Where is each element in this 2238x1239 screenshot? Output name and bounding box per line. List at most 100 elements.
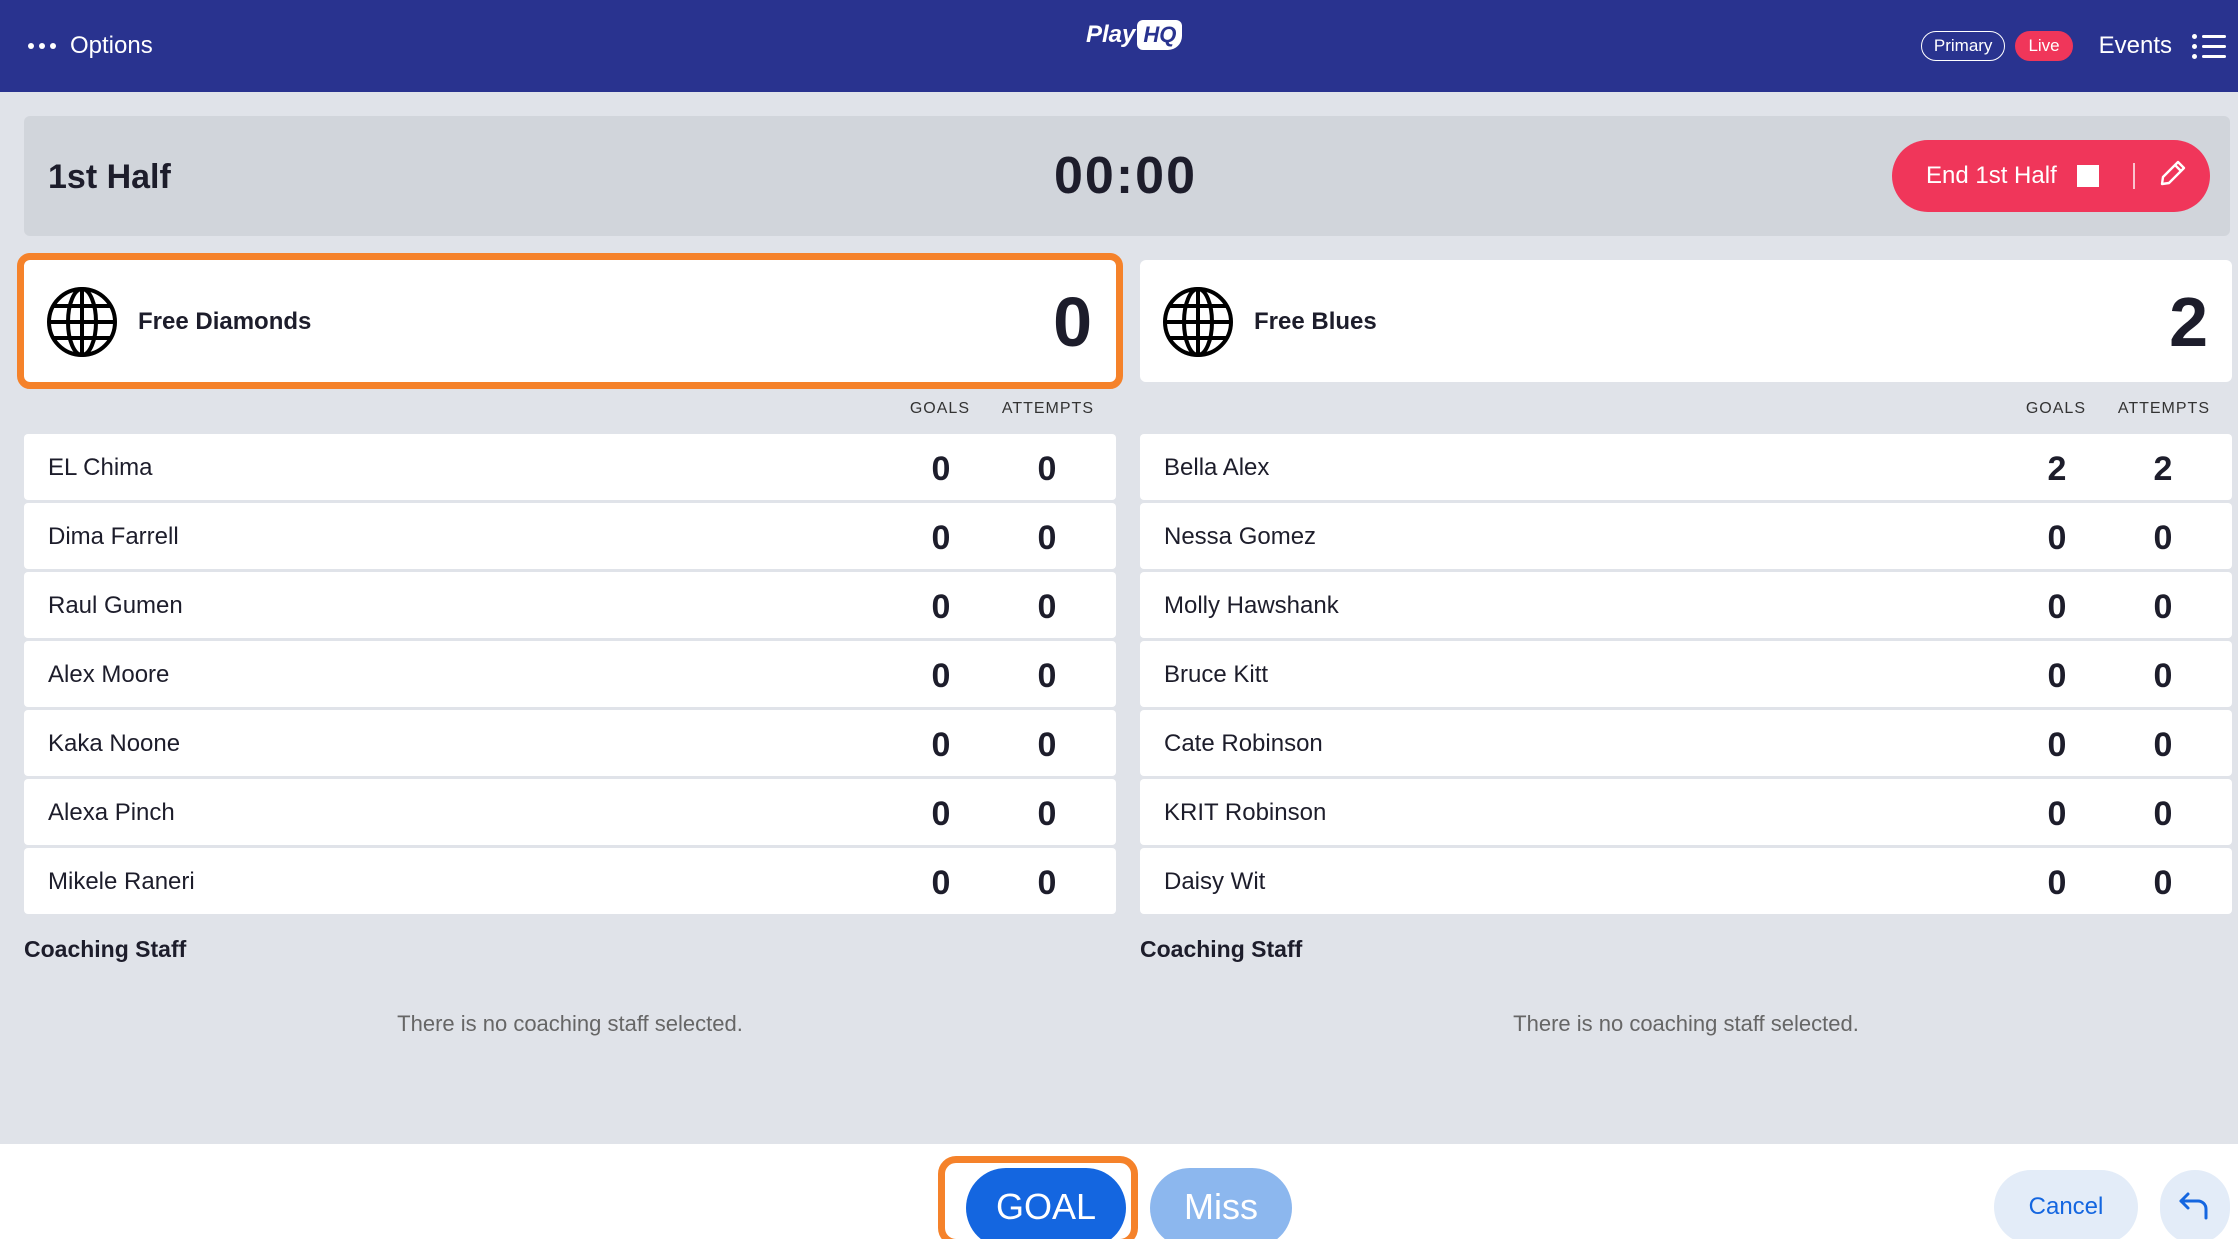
player-name: Bruce Kitt xyxy=(1164,661,1269,688)
player-goals: 0 xyxy=(2047,657,2067,695)
end-period-label: End 1st Half xyxy=(1926,162,2057,189)
player-goals: 0 xyxy=(2047,795,2067,833)
player-attempts: 0 xyxy=(2153,864,2173,902)
player-row[interactable]: Molly Hawshank 0 0 xyxy=(1140,572,2232,638)
undo-arrow-icon xyxy=(2178,1190,2212,1225)
player-name: Raul Gumen xyxy=(48,592,183,619)
cancel-button[interactable]: Cancel xyxy=(1994,1170,2138,1239)
globe-icon xyxy=(1162,286,1234,363)
player-row[interactable]: Daisy Wit 0 0 xyxy=(1140,848,2232,914)
player-name: Nessa Gomez xyxy=(1164,523,1317,550)
player-attempts: 0 xyxy=(2153,726,2173,764)
stop-icon xyxy=(2076,165,2099,187)
column-headers: GOALS ATTEMPTS xyxy=(1140,382,2232,434)
player-goals: 0 xyxy=(2047,588,2067,626)
globe-icon xyxy=(46,286,118,363)
game-clock: 00:00 xyxy=(1054,147,1197,205)
player-row[interactable]: Cate Robinson 0 0 xyxy=(1140,710,2232,776)
player-row[interactable]: Bella Alex 2 2 xyxy=(1140,434,2232,500)
pencil-icon[interactable] xyxy=(2157,157,2189,196)
player-goals: 0 xyxy=(931,726,951,764)
top-bar: Options Play HQ Primary Live Events xyxy=(0,0,2238,92)
goals-header: GOALS xyxy=(909,400,970,417)
period-title: 1st Half xyxy=(48,158,171,196)
team-name: Free Blues xyxy=(1254,308,1377,335)
player-row[interactable]: Alexa Pinch 0 0 xyxy=(24,779,1116,845)
period-bar: 1st Half 00:00 End 1st Half xyxy=(24,116,2230,236)
primary-badge[interactable]: Primary xyxy=(1920,31,2006,61)
player-row[interactable]: EL Chima 0 0 xyxy=(24,434,1116,500)
goal-button[interactable]: GOAL xyxy=(966,1168,1126,1239)
attempts-header: ATTEMPTS xyxy=(2117,400,2210,417)
player-attempts: 2 xyxy=(2153,450,2173,488)
player-name: Bella Alex xyxy=(1164,454,1270,481)
player-goals: 0 xyxy=(2047,864,2067,902)
player-goals: 0 xyxy=(2047,726,2067,764)
player-goals: 0 xyxy=(931,450,951,488)
events-list-icon[interactable] xyxy=(2192,32,2226,60)
button-divider xyxy=(2132,163,2135,189)
logo-hq-text: HQ xyxy=(1137,20,1183,50)
top-right-group: Primary Live Events xyxy=(1920,0,2226,92)
player-row[interactable]: Raul Gumen 0 0 xyxy=(24,572,1116,638)
player-row[interactable]: Dima Farrell 0 0 xyxy=(24,503,1116,569)
team-panel-home: Free Diamonds 0 GOALS ATTEMPTS EL Chima 0… xyxy=(17,253,1123,1037)
player-goals: 0 xyxy=(931,795,951,833)
attempts-header: ATTEMPTS xyxy=(1001,400,1094,417)
coaching-staff-empty: There is no coaching staff selected. xyxy=(397,1011,743,1036)
team-name: Free Diamonds xyxy=(138,308,312,335)
player-name: Alex Moore xyxy=(48,661,170,688)
player-name: Cate Robinson xyxy=(1164,730,1323,757)
player-name: Mikele Raneri xyxy=(48,868,195,895)
coaching-staff-empty: There is no coaching staff selected. xyxy=(1513,1011,1859,1036)
column-headers: GOALS ATTEMPTS xyxy=(24,382,1116,434)
player-name: EL Chima xyxy=(48,454,153,481)
player-goals: 0 xyxy=(931,588,951,626)
player-goals: 2 xyxy=(2047,450,2067,488)
team-header-away[interactable]: Free Blues 2 xyxy=(1140,260,2232,382)
options-menu[interactable]: Options xyxy=(28,0,153,92)
team-header-home[interactable]: Free Diamonds 0 xyxy=(17,253,1123,389)
player-name: Alexa Pinch xyxy=(48,799,175,826)
team-score: 2 xyxy=(2169,283,2208,361)
player-attempts: 0 xyxy=(1037,657,1057,695)
player-name: Molly Hawshank xyxy=(1164,592,1339,619)
player-row[interactable]: Alex Moore 0 0 xyxy=(24,641,1116,707)
player-row[interactable]: Nessa Gomez 0 0 xyxy=(1140,503,2232,569)
player-goals: 0 xyxy=(2047,519,2067,557)
team-score: 0 xyxy=(1053,283,1092,361)
miss-button[interactable]: Miss xyxy=(1150,1168,1292,1239)
logo-play-text: Play xyxy=(1086,21,1136,48)
player-goals: 0 xyxy=(931,657,951,695)
player-attempts: 0 xyxy=(2153,657,2173,695)
player-row[interactable]: KRIT Robinson 0 0 xyxy=(1140,779,2232,845)
player-goals: 0 xyxy=(931,864,951,902)
undo-button[interactable] xyxy=(2160,1170,2230,1239)
coaching-staff-title: Coaching Staff xyxy=(24,936,187,962)
coaching-staff-title: Coaching Staff xyxy=(1140,936,1303,962)
player-attempts: 0 xyxy=(1037,450,1057,488)
goals-header: GOALS xyxy=(2025,400,2086,417)
player-attempts: 0 xyxy=(2153,795,2173,833)
more-dots-icon xyxy=(28,43,56,49)
player-attempts: 0 xyxy=(1037,726,1057,764)
player-attempts: 0 xyxy=(1037,864,1057,902)
player-row[interactable]: Kaka Noone 0 0 xyxy=(24,710,1116,776)
playhq-logo: Play HQ xyxy=(1086,20,1183,50)
player-attempts: 0 xyxy=(2153,519,2173,557)
player-row[interactable]: Mikele Raneri 0 0 xyxy=(24,848,1116,914)
player-name: KRIT Robinson xyxy=(1164,799,1327,826)
player-goals: 0 xyxy=(931,519,951,557)
team-panel-away: Free Blues 2 GOALS ATTEMPTS Bella Alex 2 2… xyxy=(1140,260,2232,1037)
player-name: Kaka Noone xyxy=(48,730,181,757)
options-label: Options xyxy=(70,32,153,59)
player-attempts: 0 xyxy=(1037,795,1057,833)
end-period-button[interactable]: End 1st Half xyxy=(1892,140,2210,212)
player-attempts: 0 xyxy=(1037,588,1057,626)
player-name: Dima Farrell xyxy=(48,523,179,550)
player-row[interactable]: Bruce Kitt 0 0 xyxy=(1140,641,2232,707)
events-label[interactable]: Events xyxy=(2099,32,2172,60)
live-badge: Live xyxy=(2015,31,2073,61)
player-attempts: 0 xyxy=(1037,519,1057,557)
player-attempts: 0 xyxy=(2153,588,2173,626)
